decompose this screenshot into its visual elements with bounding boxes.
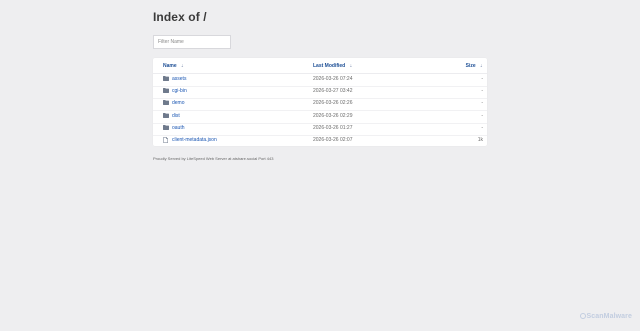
- entry-link[interactable]: oauth: [172, 125, 185, 132]
- folder-icon: [163, 124, 169, 131]
- table-row: demo 2026-03-26 02:26 -: [153, 98, 487, 112]
- table-header: Name ⇣ Last Modified ⇣ Size ⇣: [153, 58, 487, 74]
- table-row: assets 2026-03-26 07:24 -: [153, 74, 487, 87]
- watermark-label: ScanMalware: [586, 313, 632, 320]
- entry-modified: 2026-03-26 07:24: [313, 76, 353, 82]
- folder-icon: [163, 76, 169, 82]
- entry-link[interactable]: client-metadata.json: [172, 137, 217, 144]
- entry-link[interactable]: demo: [172, 100, 185, 107]
- name-header-label: Name: [163, 63, 177, 69]
- entry-modified: 2026-03-26 02:26: [313, 100, 353, 107]
- entry-size: 1k: [477, 137, 483, 143]
- scanmalware-logo-icon: [579, 313, 586, 319]
- entry-modified: 2026-03-26 01:27: [313, 124, 353, 131]
- entry-size: -: [481, 88, 483, 95]
- folder-icon: [163, 100, 169, 106]
- page-title: Index of /: [153, 10, 207, 24]
- filter-name-input[interactable]: [153, 35, 231, 49]
- entry-link[interactable]: assets: [172, 76, 186, 83]
- sort-arrow-icon: ⇣: [479, 63, 483, 68]
- entry-link[interactable]: dist: [172, 113, 180, 120]
- table-row: oauth 2026-03-26 01:27 -: [153, 123, 487, 136]
- entry-size: -: [481, 100, 483, 107]
- entry-size: -: [481, 124, 483, 131]
- entry-modified: 2026-03-26 02:07: [313, 137, 353, 143]
- entry-size: -: [481, 112, 483, 119]
- entry-modified: 2026-03-26 02:29: [313, 112, 353, 119]
- watermark: ScanMalware: [579, 313, 632, 320]
- sort-arrow-icon: ⇣: [180, 63, 184, 68]
- table-row: cgi-bin 2026-03-27 03:42 -: [153, 86, 487, 100]
- entry-size: -: [481, 76, 483, 82]
- file-table: Name ⇣ Last Modified ⇣ Size ⇣ assets 2026-03…: [153, 58, 487, 146]
- folder-icon: [163, 112, 169, 119]
- server-footer: Proudly Served by LiteSpeed Web Server a…: [153, 156, 274, 161]
- entry-link[interactable]: cgi-bin: [172, 88, 187, 95]
- table-row: dist 2026-03-26 02:29 -: [153, 111, 487, 124]
- file-icon: [163, 137, 169, 143]
- entry-modified: 2026-03-27 03:42: [313, 88, 353, 95]
- folder-icon: [163, 88, 169, 94]
- sort-arrow-icon: ⇣: [349, 63, 353, 68]
- sort-by-size-header[interactable]: Size ⇣: [466, 63, 483, 69]
- sort-by-modified-header[interactable]: Last Modified ⇣: [313, 63, 353, 69]
- table-row: client-metadata.json 2026-03-26 02:07 1k: [153, 135, 487, 147]
- size-header-label: Size: [465, 63, 476, 69]
- modified-header-label: Last Modified: [313, 63, 346, 69]
- sort-by-name-header[interactable]: Name ⇣: [163, 63, 184, 69]
